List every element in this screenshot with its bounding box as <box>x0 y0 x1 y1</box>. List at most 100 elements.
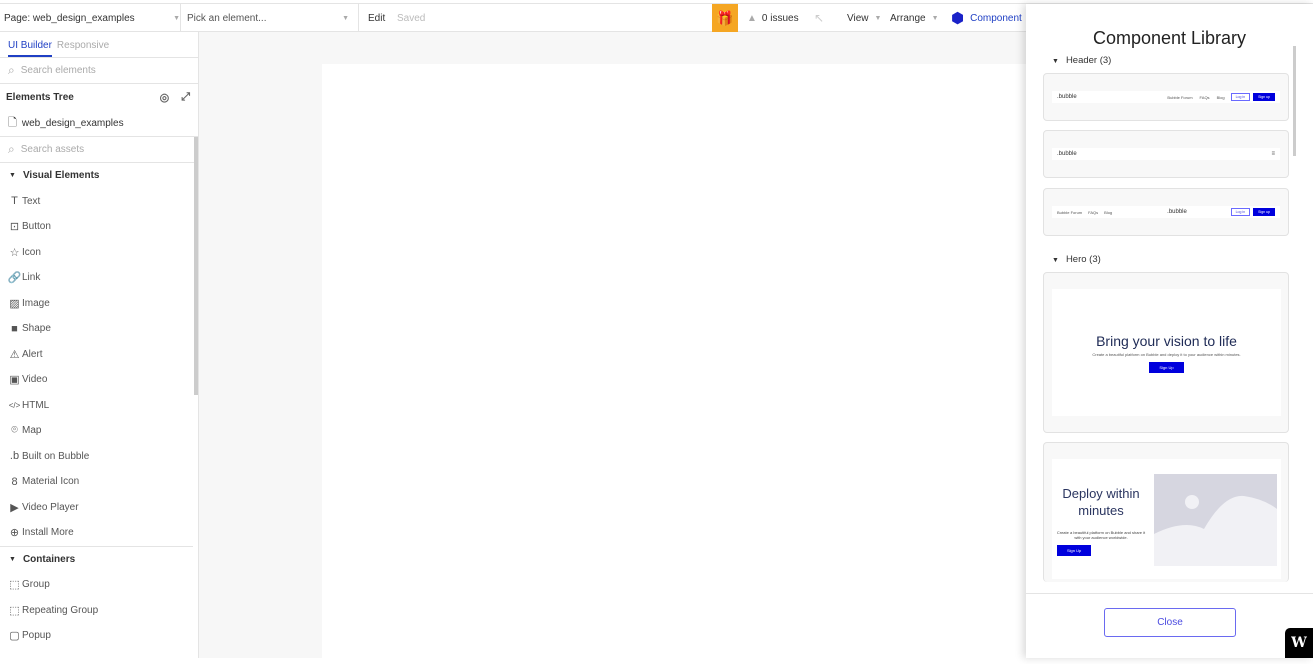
view-menu[interactable]: View ▼ <box>847 4 881 32</box>
arrange-menu[interactable]: Arrange ▼ <box>890 4 939 32</box>
element-item-install-more[interactable]: ⊕ Install More <box>0 520 198 546</box>
hero-signup-button: Sign Up <box>1057 545 1092 556</box>
gift-icon[interactable]: 🎁 <box>712 4 738 32</box>
element-item-image[interactable]: ▨ Image <box>0 291 198 317</box>
hero-signup-button: Sign Up <box>1149 362 1184 373</box>
search-assets-input[interactable]: ⌕ Search assets <box>0 137 198 163</box>
install-more-icon: ⊕ <box>9 527 20 540</box>
hero-component-1[interactable]: Bring your vision to life Create a beaut… <box>1043 272 1289 433</box>
section-visual-elements[interactable]: ▼ Visual Elements <box>0 163 198 189</box>
search-elements-input[interactable]: ⌕ Search elements <box>0 58 198 84</box>
view-label: View <box>847 12 869 24</box>
edit-menu[interactable]: Edit <box>368 4 385 32</box>
repeating-group-icon: ⬚ <box>9 604 20 617</box>
tab-responsive[interactable]: Responsive <box>57 40 109 57</box>
element-item-built-on-bubble[interactable]: .b Built on Bubble <box>0 444 198 470</box>
section-header[interactable]: ▼ Header (3) <box>1052 55 1111 66</box>
section-title: Header (3) <box>1065 55 1112 66</box>
image-icon: ▨ <box>9 297 20 310</box>
section-containers[interactable]: ▼ Containers <box>0 547 198 573</box>
nav-link: Bubble Forum <box>1167 94 1193 100</box>
text-icon: T <box>11 195 18 208</box>
element-item-html[interactable]: </> HTML <box>0 393 198 419</box>
arrange-label: Arrange <box>890 12 926 24</box>
component-library-panel: Component Library ▼ Header (3) .bubble Bub… <box>1026 4 1313 658</box>
header-component-1[interactable]: .bubble Bubble Forum FAQs Blog Log in Sign up <box>1043 73 1289 121</box>
element-item-material-icon[interactable]: 8 Material Icon <box>0 469 198 495</box>
element-picker[interactable]: Pick an element... ▼ <box>187 4 349 32</box>
expand-icon[interactable]: ⤢ <box>181 91 190 104</box>
tab-ui-builder[interactable]: UI Builder <box>8 40 52 57</box>
panel-footer: Close <box>1026 593 1313 658</box>
map-icon: ⌾ <box>11 424 18 437</box>
cube-icon: ⬢ <box>951 10 965 27</box>
material-icon-icon: 8 <box>11 475 18 488</box>
logo: .bubble <box>1057 151 1077 157</box>
section-title: Hero (3) <box>1065 254 1101 265</box>
page-selector[interactable]: Page: web_design_examples ▼ <box>4 4 180 32</box>
nav-link: FAQs <box>1088 209 1099 215</box>
element-item-label: Built on Bubble <box>22 450 90 462</box>
section-title: Containers <box>22 553 76 565</box>
element-item-label: Icon <box>22 246 41 258</box>
tree-item-page[interactable]: 🗋 web_design_examples <box>0 110 198 137</box>
element-item-button[interactable]: ⊡ Button <box>0 214 198 240</box>
hero-title: Deploy within minutes <box>1062 486 1140 518</box>
logo: .bubble <box>1167 209 1187 215</box>
element-item-video-player[interactable]: ▶ Video Player <box>0 495 198 521</box>
saved-status: Saved <box>397 12 426 24</box>
alert-icon: ⚠ <box>9 348 20 361</box>
element-item-label: Map <box>22 425 42 437</box>
sidebar-scrollbar[interactable] <box>194 137 198 395</box>
search-icon: ⌕ <box>8 142 15 156</box>
caret-down-icon: ▼ <box>9 172 16 180</box>
element-picker-placeholder: Pick an element... <box>187 12 267 24</box>
signup-button: Sign up <box>1253 93 1275 101</box>
element-item-label: Text <box>22 195 41 207</box>
issues-button[interactable]: ▲ 0 issues <box>747 4 799 32</box>
section-hero[interactable]: ▼ Hero (3) <box>1052 254 1101 265</box>
issues-label: 0 issues <box>761 12 799 24</box>
nav-link: Blog <box>1104 209 1113 215</box>
search-assets-placeholder: Search assets <box>20 144 85 155</box>
header-component-3[interactable]: Bubble Forum FAQs Blog .bubble Log in Sign up <box>1043 188 1289 236</box>
element-item-label: HTML <box>22 399 50 411</box>
nav-link: FAQs <box>1199 94 1210 100</box>
element-item-link[interactable]: 🔗 Link <box>0 265 198 291</box>
eye-icon[interactable]: ◎ <box>160 91 170 104</box>
close-button[interactable]: Close <box>1104 608 1236 637</box>
video-player-icon: ▶ <box>10 501 19 514</box>
hero-component-2[interactable]: Deploy within minutes Create a beautiful… <box>1043 442 1289 582</box>
page-name: web_design_examples <box>21 117 124 129</box>
warning-icon: ▲ <box>747 12 757 24</box>
elements-tree-title: Elements Tree <box>6 91 74 103</box>
element-item-shape[interactable]: ■ Shape <box>0 316 198 342</box>
components-label: Component <box>970 12 1022 24</box>
element-item-popup[interactable]: ▢ Popup <box>0 623 198 649</box>
image-placeholder-icon <box>1154 474 1277 566</box>
element-item-label: Link <box>22 272 41 284</box>
cursor-icon[interactable]: ↖ <box>814 4 824 32</box>
panel-scrollbar[interactable] <box>1293 46 1296 156</box>
link-icon: 🔗 <box>7 272 22 285</box>
element-item-label: Material Icon <box>22 476 80 488</box>
webflow-badge-icon[interactable]: W <box>1285 628 1313 658</box>
page-label: Page: web_design_examples <box>4 12 135 24</box>
nav-link: Blog <box>1216 94 1225 100</box>
element-item-video[interactable]: ▣ Video <box>0 367 198 393</box>
element-item-repeating-group[interactable]: ⬚ Repeating Group <box>0 598 198 624</box>
element-item-label: Alert <box>22 348 43 360</box>
element-item-group[interactable]: ⬚ Group <box>0 572 198 598</box>
element-item-alert[interactable]: ⚠ Alert <box>0 342 198 368</box>
login-button: Log in <box>1230 93 1251 101</box>
element-item-icon[interactable]: ☆ Icon <box>0 240 198 266</box>
signup-button: Sign up <box>1253 208 1275 216</box>
element-item-map[interactable]: ⌾ Map <box>0 418 198 444</box>
element-item-label: Repeating Group <box>22 604 99 616</box>
left-sidebar: UI Builder Responsive ⌕ Search elements E… <box>0 32 199 658</box>
element-item-text[interactable]: T Text <box>0 189 198 215</box>
components-button[interactable]: ⬢ Component <box>951 4 1022 32</box>
search-icon: ⌕ <box>8 63 15 77</box>
caret-down-icon: ▼ <box>1052 58 1059 65</box>
header-component-2[interactable]: .bubble ≡ <box>1043 130 1289 178</box>
